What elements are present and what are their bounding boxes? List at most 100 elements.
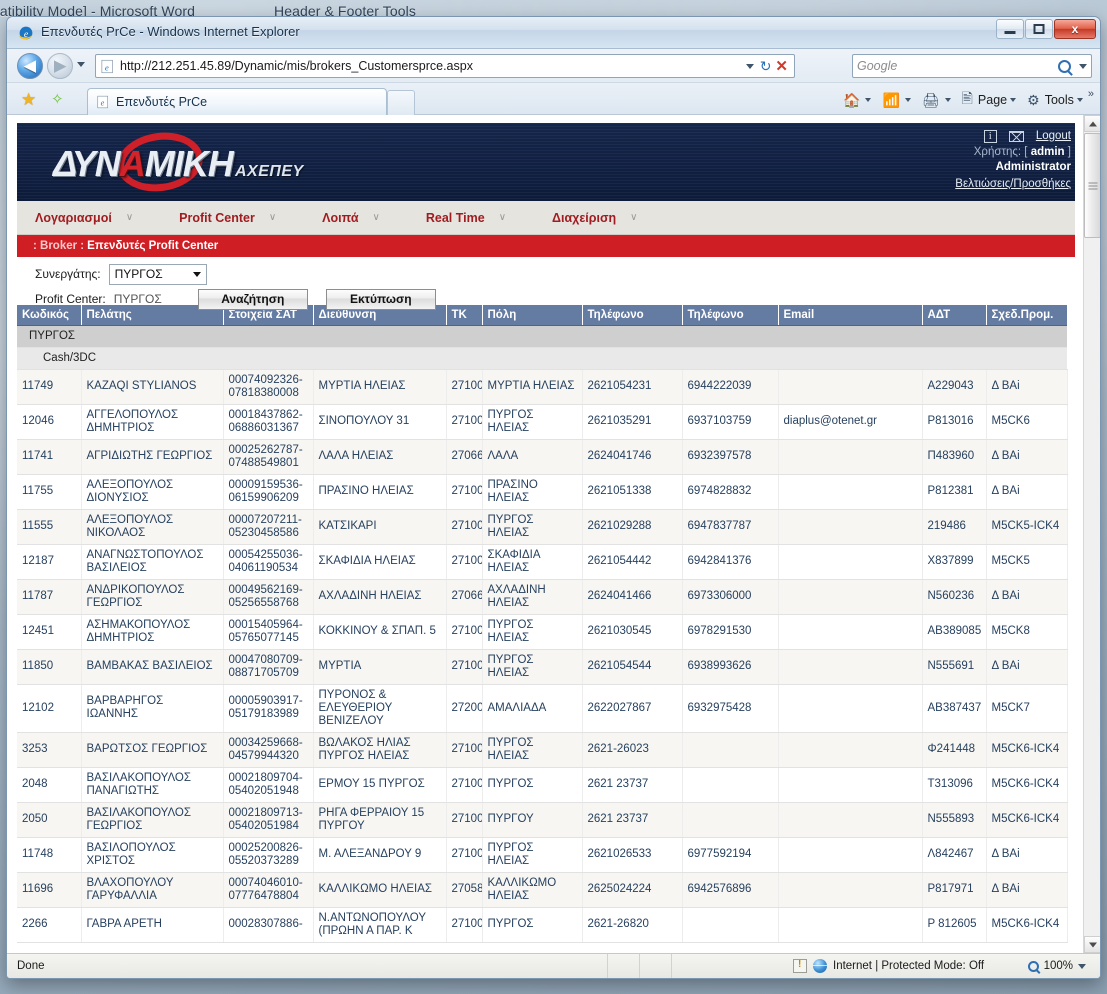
table-row[interactable]: 2048 ΒΑΣΙΛΑΚΟΠΟΥΛΟΣ ΠΑΝΑΓΙΩΤΗΣ 00021809704… <box>17 767 1068 803</box>
cell-address: Μ. ΑΛΕΞΑΝΔΡΟΥ 9 <box>313 837 447 873</box>
user-info-panel: i Logout Χρήστης: [ admin ] Administrato… <box>955 129 1071 192</box>
cell-adt: Ρ 812605 <box>922 907 987 943</box>
tools-menu-label[interactable]: Tools <box>1045 93 1074 107</box>
cell-adt: Τ313096 <box>922 767 987 803</box>
table-row[interactable]: 12451 ΑΣΗΜΑΚΟΠΟΥΛΟΣ ΔΗΜΗΤΡΙΟΣ 00015405964-… <box>17 614 1068 650</box>
window-controls: x <box>996 19 1096 39</box>
logout-link[interactable]: Logout <box>1036 129 1071 144</box>
cell-adt: Π483960 <box>922 439 987 475</box>
address-dropdown-icon[interactable] <box>745 63 754 69</box>
nav-item-diaxeirisi[interactable]: Διαχείριση ∨ <box>552 211 637 225</box>
recent-pages-dropdown-icon[interactable] <box>77 62 85 67</box>
home-icon[interactable]: 🏠 <box>841 92 862 109</box>
table-row[interactable]: 11741 ΑΓΡΙΔΙΩΤΗΣ ΓΕΩΡΓΙΟΣ 00025262787- 074… <box>17 439 1068 475</box>
cell-phone1: 2621 23737 <box>582 767 683 803</box>
table-row[interactable]: 11787 ΑΝΔΡΙΚΟΠΟΥΛΟΣ ΓΕΩΡΓΙΟΣ 00049562169- … <box>17 579 1068 615</box>
cell-phone2 <box>682 732 779 768</box>
nav-item-logariasmoi[interactable]: Λογαριασμοί ∨ <box>35 211 133 225</box>
page-dropdown-icon[interactable] <box>1010 98 1017 102</box>
back-button[interactable]: ◀ <box>17 53 43 79</box>
minimize-button[interactable] <box>996 19 1024 39</box>
table-row[interactable]: 2050 ΒΑΣΙΛΑΚΟΠΟΥΛΟΣ ΓΕΩΡΓΙΟΣ 00021809713- … <box>17 802 1068 838</box>
print-icon[interactable]: 🖨 <box>920 92 942 109</box>
cell-address: ΚΟΚΚΙΝΟΥ & ΣΠΑΠ. 5 <box>313 614 447 650</box>
mail-icon[interactable] <box>1008 131 1024 142</box>
table-row[interactable]: 12046 ΑΓΓΕΛΟΠΟΥΛΟΣ ΔΗΜΗΤΡΙΟΣ 00018437862- … <box>17 404 1068 440</box>
zoom-control[interactable]: 100% <box>1027 960 1100 972</box>
table-row[interactable]: 11755 ΑΛΕΞΟΠΟΥΛΟΣ ΔΙΟΝΥΣΙΟΣ 00009159536- 0… <box>17 474 1068 510</box>
forward-button[interactable]: ▶ <box>47 53 73 79</box>
cell-customer: ΒΑΡΩΤΣΟΣ ΓΕΩΡΓΙΟΣ <box>81 732 224 768</box>
cell-phone1: 2621054544 <box>582 649 683 685</box>
cell-plan: M5CK6-ICK4 <box>986 907 1068 943</box>
table-row[interactable]: 11749 KAZAQI STYLIANOS 00074092326- 078183… <box>17 369 1068 405</box>
tools-gear-icon[interactable]: ⚙ <box>1025 92 1042 109</box>
cell-address: ΚΑΛΛΙΚΩΜΟ ΗΛΕΙΑΣ <box>313 872 447 908</box>
add-to-favorites-icon[interactable]: ✧ <box>51 90 64 108</box>
cell-adt: Ν555691 <box>922 649 987 685</box>
stop-icon[interactable]: ✕ <box>775 57 788 75</box>
cell-address: ΣΙΝΟΠΟΥΛΟΥ 31 <box>313 404 447 440</box>
search-input-placeholder[interactable]: Google <box>857 59 1058 73</box>
cell-phone2 <box>682 767 779 803</box>
zoom-dropdown-icon[interactable] <box>1078 963 1086 969</box>
cell-city: ΠΥΡΓΟΣ ΗΛΕΙΑΣ <box>482 404 583 440</box>
cell-tk: 27100 <box>446 509 483 545</box>
maximize-button[interactable] <box>1025 19 1053 39</box>
print-dropdown-icon[interactable] <box>944 98 951 102</box>
feeds-dropdown-icon[interactable] <box>904 98 911 102</box>
cell-city: ΛΑΛΑ <box>482 439 583 475</box>
scroll-up-button[interactable] <box>1084 115 1100 132</box>
cell-code: 11850 <box>17 649 82 685</box>
nav-item-profit-center[interactable]: Profit Center ∨ <box>179 211 276 225</box>
tools-dropdown-icon[interactable] <box>1076 98 1083 102</box>
scrollbar-thumb[interactable] <box>1084 133 1100 238</box>
cell-email <box>778 684 923 733</box>
breadcrumb-prefix: : Broker : <box>33 240 85 252</box>
favorites-star-icon[interactable]: ★ <box>21 90 36 110</box>
refresh-icon[interactable]: ↻ <box>760 58 772 75</box>
table-row[interactable]: 11748 ΒΑΣΙΛΟΠΟΥΛΟΣ ΧΡΙΣΤΟΣ 00025200826- 05… <box>17 837 1068 873</box>
table-row[interactable]: 12102 ΒΑΡΒΑΡΗΓΟΣ ΙΩΑΝΝΗΣ 00005903917- 0517… <box>17 684 1068 733</box>
profit-center-value: ΠΥΡΓΟΣ <box>113 292 162 306</box>
info-icon[interactable]: i <box>983 130 997 143</box>
breadcrumb-current: Επενδυτές Profit Center <box>87 240 219 252</box>
cell-tk: 27100 <box>446 837 483 873</box>
home-dropdown-icon[interactable] <box>865 98 872 102</box>
improvements-link[interactable]: Βελτιώσεις/Προσθήκες <box>955 178 1071 190</box>
page-scrollbar-vertical[interactable] <box>1083 115 1100 953</box>
cell-phone2: 6974828832 <box>682 474 779 510</box>
table-row[interactable]: 11555 ΑΛΕΞΟΠΟΥΛΟΣ ΝΙΚΟΛΑΟΣ 00007207211- 05… <box>17 509 1068 545</box>
search-icon[interactable] <box>1058 59 1071 73</box>
scroll-down-button[interactable] <box>1084 936 1100 953</box>
address-bar[interactable]: e http://212.251.45.89/Dynamic/mis/broke… <box>95 54 795 78</box>
page-menu-label[interactable]: Page <box>978 93 1007 107</box>
close-button[interactable]: x <box>1054 19 1096 39</box>
table-row[interactable]: 11850 ΒΑΜΒΑΚΑΣ ΒΑΣΙΛΕΙΟΣ 00047080709- 0887… <box>17 649 1068 685</box>
cell-customer: ΓΑΒΡΑ ΑΡΕΤΗ <box>81 907 224 943</box>
feeds-icon[interactable]: 📶 <box>880 92 901 109</box>
security-zone[interactable]: Internet | Protected Mode: Off <box>793 959 984 973</box>
search-provider-dropdown-icon[interactable] <box>1079 63 1087 69</box>
table-row[interactable]: 2266 ΓΑΒΡΑ ΑΡΕΤΗ 00028307886- Ν.ΑΝΤΩΝΟΠΟΥΛΟ… <box>17 907 1068 943</box>
new-tab-button[interactable] <box>387 90 415 115</box>
nav-item-real-time[interactable]: Real Time ∨ <box>426 211 506 225</box>
table-row[interactable]: 11696 ΒΛΑΧΟΠΟΥΛΟΥ ΓΑΡΥΦΑΛΛΙΑ 00074046010- … <box>17 872 1068 908</box>
table-row[interactable]: 12187 ΑΝΑΓΝΩΣΤΟΠΟΥΛΟΣ ΒΑΣΙΛΕΙΟΣ 0005425503… <box>17 544 1068 580</box>
table-row[interactable]: 3253 ΒΑΡΩΤΣΟΣ ΓΕΩΡΓΙΟΣ 00034259668- 045799… <box>17 732 1068 768</box>
search-button[interactable]: Αναζήτηση <box>197 288 308 310</box>
cell-city: ΠΥΡΓΟΣ ΗΛΕΙΑΣ <box>482 649 583 685</box>
cell-plan: M5CK6 <box>986 404 1068 440</box>
search-box[interactable]: Google <box>852 54 1092 78</box>
cell-code: 11787 <box>17 579 82 615</box>
partner-select[interactable]: ΠΥΡΓΟΣ <box>108 263 207 285</box>
overflow-chevron-icon[interactable]: » <box>1088 88 1094 100</box>
cell-code: 12187 <box>17 544 82 580</box>
browser-tab[interactable]: e Επενδυτές PrCe <box>87 88 387 115</box>
cell-code: 2266 <box>17 907 82 943</box>
nav-item-loipa[interactable]: Λοιπά ∨ <box>322 211 380 225</box>
page-menu-icon[interactable]: 🖹 <box>960 88 975 112</box>
cell-phone1: 2621054442 <box>582 544 683 580</box>
print-button[interactable]: Εκτύπωση <box>325 288 436 310</box>
cell-customer: ΒΑΣΙΛΟΠΟΥΛΟΣ ΧΡΙΣΤΟΣ <box>81 837 224 873</box>
